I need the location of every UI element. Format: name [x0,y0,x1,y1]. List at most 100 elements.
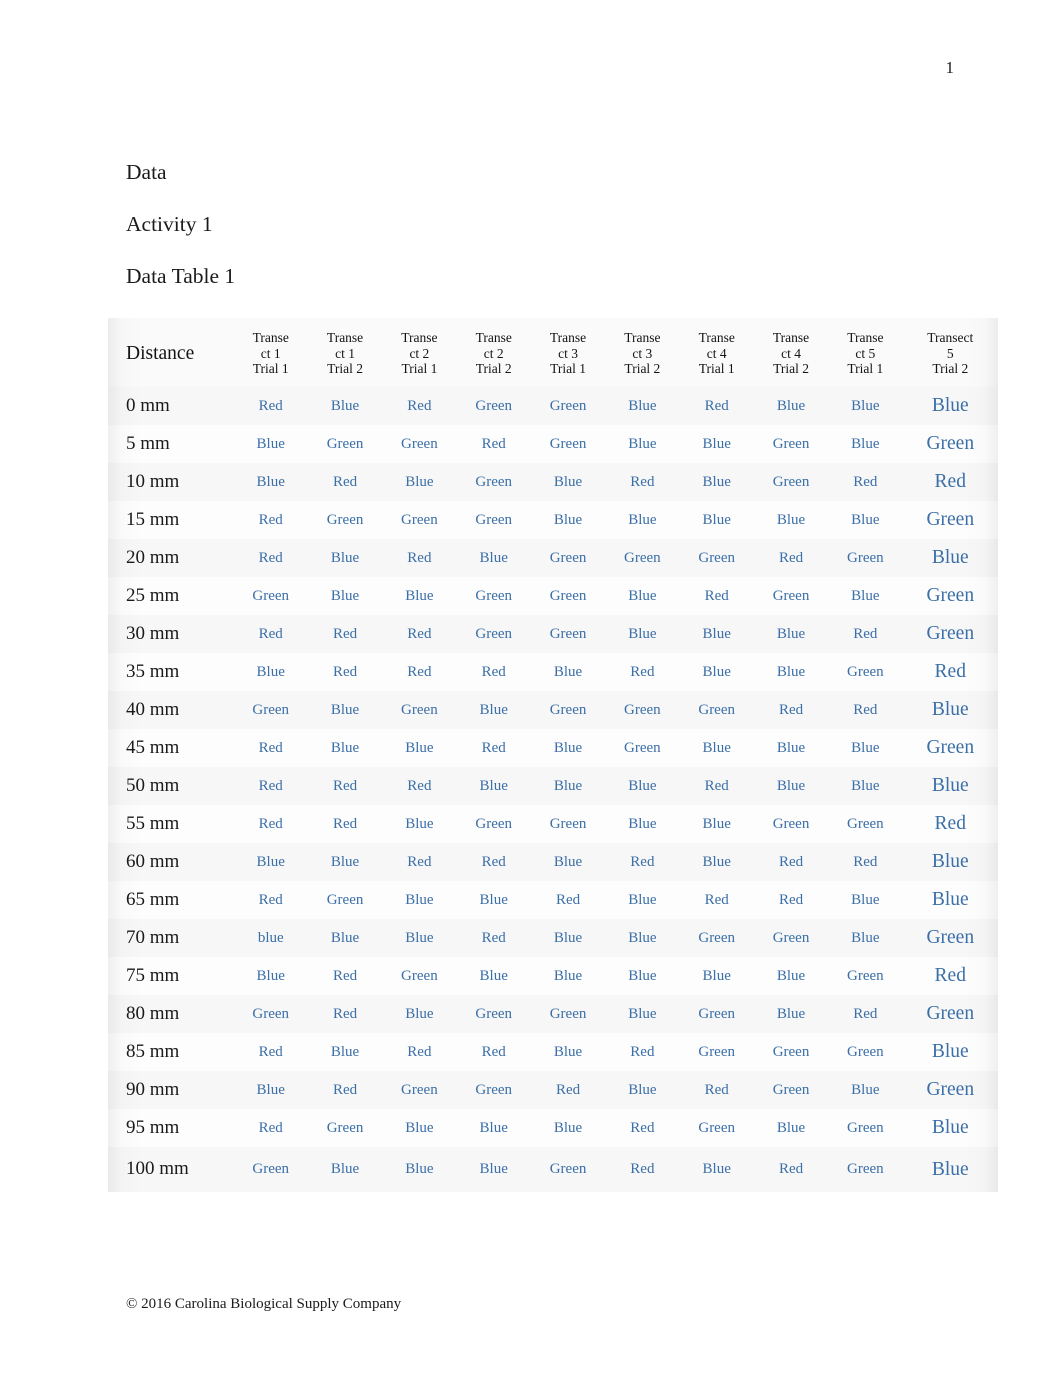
observation-cell: Blue [851,511,880,528]
observation-cell: Blue [851,891,880,908]
distance-cell: 95 mm [126,1116,180,1138]
observation-cell: Blue [628,511,657,528]
observation-cell: Green [903,995,998,1033]
table-row: 75 mm Blue Red Green Blue Blue Blue Blue Blue Gre… [108,957,998,995]
observation-cell: Blue [256,967,285,984]
observation-cell: Blue [605,615,679,653]
header-line-2: 5 [946,345,954,361]
distance-cell: 5 mm [126,432,170,454]
header-line-2: ct 4 [781,345,801,361]
observation-cell: Green [326,1119,364,1136]
observation-cell: Green [847,663,884,680]
observation-cell: Red [258,1043,283,1060]
observation-cell: Blue [531,463,605,501]
table-row: 70 mm blue Blue Blue Red Blue Blue Green Green Bl… [108,919,998,957]
observation-cell: Blue [308,387,382,425]
observation-cell: Blue [851,587,880,604]
observation-cell: Green [549,815,587,832]
distance-cell: 30 mm [108,615,234,653]
observation-cell: Red [332,663,358,680]
observation-cell: Red [481,1043,506,1060]
column-header-distance: Distance [126,342,195,364]
observation-cell: Blue [553,663,583,680]
observation-cell: Red [828,995,902,1033]
observation-cell: Blue [256,435,285,452]
observation-cell: Green [926,737,975,758]
observation-cell: Green [698,1119,736,1136]
observation-cell: Blue [931,1117,969,1138]
observation-cell: Green [680,539,754,577]
observation-cell: Blue [382,1147,456,1192]
observation-cell: Green [903,919,998,957]
header-line-3: Trial 2 [327,361,363,376]
observation-cell: Blue [256,663,285,680]
heading-data: Data [126,160,167,184]
observation-cell: Green [754,919,828,957]
observation-cell: Green [457,1071,531,1109]
observation-cell: Blue [308,691,382,729]
table-row: 10 mm Blue Red Blue Green Blue Red Blue Green Red… [108,463,998,501]
table-row: 65 mm Red Green Blue Blue Red Blue Red Red Blue Bl… [108,881,998,919]
observation-cell: Green [624,739,661,756]
observation-cell: Blue [605,919,679,957]
header-line-2: ct 3 [558,345,578,361]
observation-cell: Blue [605,387,679,425]
observation-cell: Green [326,435,364,452]
observation-cell: Green [680,919,754,957]
header-line-1: Transe [772,330,810,345]
headings-block: Data Activity 1 Data Table 1 [126,146,926,302]
observation-cell: Blue [605,1071,679,1109]
observation-cell: Blue [931,889,969,910]
distance-cell: 40 mm [108,691,234,729]
observation-cell: Green [382,1071,456,1109]
observation-cell: Red [555,891,581,908]
observation-cell: Green [847,967,884,984]
observation-cell: Blue [330,1043,360,1060]
observation-cell: Red [407,663,432,680]
observation-cell: Red [308,995,382,1033]
observation-cell: Green [401,435,438,452]
observation-cell: Blue [851,435,880,452]
observation-cell: Green [475,587,513,604]
observation-cell: Green [680,691,754,729]
observation-cell: Red [680,1071,754,1109]
header-line-2: ct 3 [632,345,653,361]
observation-cell: Blue [680,463,754,501]
observation-cell: Green [847,1043,884,1060]
observation-cell: Blue [754,767,828,805]
observation-cell: Red [778,891,804,908]
distance-cell: 70 mm [108,919,234,957]
observation-cell: Green [475,511,513,528]
table-row: 90 mm Blue Red Green Green Red Blue Red Green Blu… [108,1071,998,1109]
observation-cell: Blue [234,463,308,501]
header-line-1: Transe [401,330,438,345]
observation-cell: Red [828,615,902,653]
observation-cell: Blue [553,967,583,984]
table-row: 30 mm Red Red Red Green Green Blue Blue Blue Red G… [108,615,998,653]
header-line-2: ct 5 [855,345,876,361]
distance-cell: 60 mm [108,843,234,881]
observation-cell: Blue [234,1071,308,1109]
header-line-3: Trial 2 [624,361,661,376]
observation-cell: Green [926,585,975,606]
header-line-1: Transe [252,330,289,345]
column-header-transect-2-trial-2: Transe ct 2 Trial 2 [457,318,531,387]
observation-cell: Blue [382,463,456,501]
observation-cell: Blue [903,1147,998,1192]
observation-cell: Blue [553,1119,583,1136]
distance-cell: 10 mm [108,463,234,501]
copyright-footer: © 2016 Carolina Biological Supply Compan… [126,1296,402,1312]
observation-cell: Green [457,995,531,1033]
observation-cell: Green [847,815,884,832]
observation-cell: Green [903,1071,998,1109]
header-line-2: ct 2 [483,345,504,361]
observation-cell: Red [630,1043,655,1060]
observation-cell: Blue [702,967,731,984]
observation-cell: Blue [531,767,605,805]
observation-cell: Blue [628,967,657,984]
header-line-1: Transe [549,330,587,345]
observation-cell: Blue [903,843,998,881]
observation-cell: Red [457,843,531,881]
observation-cell: Red [934,661,966,682]
observation-cell: Red [828,691,902,729]
